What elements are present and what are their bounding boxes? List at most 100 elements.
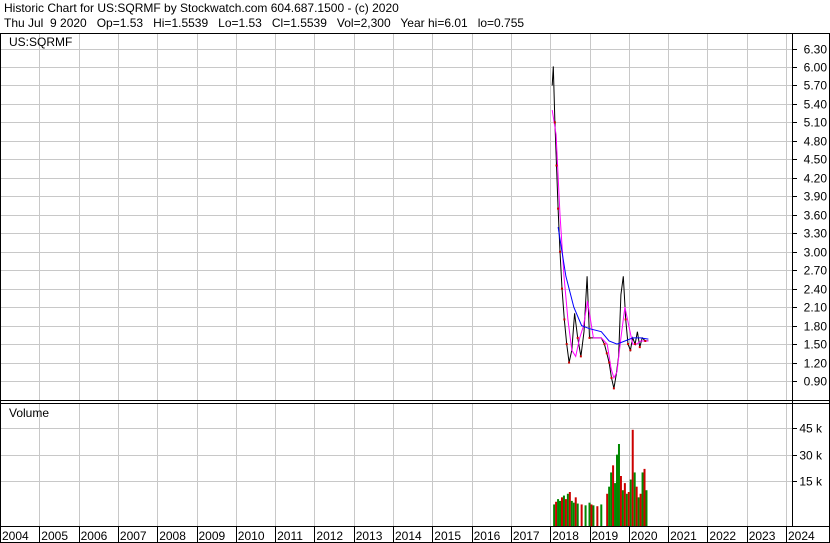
year-tick-label: 2005 bbox=[41, 529, 68, 543]
volume-bar bbox=[637, 497, 640, 526]
price-down-tick bbox=[605, 352, 608, 355]
volume-bar bbox=[555, 501, 558, 526]
price-tick-label: 2.10 bbox=[804, 301, 828, 315]
price-down-tick bbox=[624, 318, 627, 321]
year-tick-label: 2010 bbox=[238, 529, 265, 543]
year-tick-label: 2021 bbox=[670, 529, 697, 543]
price-down-tick bbox=[560, 287, 563, 290]
price-tick-label: 3.00 bbox=[804, 246, 828, 260]
volume-bar bbox=[623, 483, 626, 526]
volume-bar bbox=[559, 500, 562, 526]
volume-bar bbox=[590, 504, 593, 526]
volume-tick-label: 45 k bbox=[799, 422, 823, 436]
price-down-tick bbox=[627, 343, 630, 346]
price-down-tick bbox=[644, 339, 647, 342]
volume-bar bbox=[616, 454, 619, 526]
price-tick-label: 2.70 bbox=[804, 264, 828, 278]
volume-bar bbox=[621, 490, 624, 526]
volume-bar bbox=[639, 493, 642, 526]
price-tick-label: 5.40 bbox=[804, 98, 828, 112]
price-down-tick bbox=[553, 121, 556, 124]
volume-bar bbox=[568, 492, 571, 526]
year-tick-label: 2012 bbox=[316, 529, 343, 543]
price-down-tick bbox=[608, 361, 611, 364]
price-tick-label: 6.30 bbox=[804, 43, 828, 57]
price-down-tick bbox=[638, 346, 641, 349]
chart-frame bbox=[0, 33, 830, 543]
price-grid bbox=[0, 34, 792, 400]
price-down-tick bbox=[629, 349, 632, 352]
volume-bar bbox=[627, 492, 630, 526]
price-tick-label: 4.50 bbox=[804, 153, 828, 167]
year-tick-label: 2014 bbox=[395, 529, 422, 543]
price-tick-label: 3.30 bbox=[804, 227, 828, 241]
year-tick-label: 2016 bbox=[474, 529, 501, 543]
year-tick-label: 2017 bbox=[513, 529, 540, 543]
year-tick-label: 2018 bbox=[552, 529, 579, 543]
year-tick-label: 2015 bbox=[434, 529, 461, 543]
volume-panel-title: Volume bbox=[9, 406, 49, 420]
price-down-tick bbox=[565, 343, 568, 346]
volume-bars-layer bbox=[553, 429, 648, 526]
volume-bar bbox=[635, 486, 638, 526]
volume-bar bbox=[566, 493, 569, 526]
volume-bar bbox=[608, 486, 611, 526]
axis-labels: 2004 2005 2006 2007 2008 2009 2010 2011 2012 2013… bbox=[2, 43, 827, 543]
price-tick-label: 4.20 bbox=[804, 172, 828, 186]
volume-bar bbox=[614, 483, 617, 526]
price-tick-label: 3.60 bbox=[804, 209, 828, 223]
price-tick-label: 3.90 bbox=[804, 190, 828, 204]
volume-bar bbox=[580, 504, 583, 526]
volume-bar bbox=[631, 429, 634, 526]
year-tick-label: 2019 bbox=[592, 529, 619, 543]
price-tick-label: 5.10 bbox=[804, 116, 828, 130]
year-tick-label: 2008 bbox=[159, 529, 186, 543]
price-down-tick bbox=[579, 355, 582, 358]
price-down-tick bbox=[576, 336, 579, 339]
volume-bar bbox=[600, 504, 603, 526]
volume-bar bbox=[557, 499, 560, 526]
volume-bar bbox=[625, 493, 628, 526]
year-tick-label: 2023 bbox=[749, 529, 776, 543]
price-tick-label: 5.70 bbox=[804, 79, 828, 93]
price-tick-label: 2.40 bbox=[804, 283, 828, 297]
volume-bar bbox=[570, 500, 573, 526]
stock-chart: 2004 2005 2006 2007 2008 2009 2010 2011 2012 2013… bbox=[0, 33, 830, 543]
year-tick-label: 2006 bbox=[81, 529, 108, 543]
volume-bar bbox=[576, 503, 579, 526]
price-down-tick bbox=[555, 164, 558, 167]
volume-bar bbox=[588, 502, 591, 526]
series-price bbox=[551, 66, 649, 389]
price-down-tick bbox=[563, 318, 566, 321]
year-tick-label: 2009 bbox=[199, 529, 226, 543]
price-down-tick bbox=[559, 250, 562, 253]
volume-bar bbox=[619, 476, 622, 526]
year-tick-label: 2013 bbox=[356, 529, 383, 543]
volume-bar bbox=[610, 472, 613, 526]
year-tick-label: 2011 bbox=[277, 529, 303, 543]
volume-bar bbox=[617, 444, 620, 526]
volume-bar bbox=[633, 472, 636, 526]
price-down-tick bbox=[634, 343, 637, 346]
year-tick-label: 2004 bbox=[2, 529, 29, 543]
volume-bar bbox=[645, 490, 648, 526]
price-tick-label: 1.80 bbox=[804, 320, 828, 334]
volume-bar bbox=[641, 472, 644, 526]
price-tick-label: 6.00 bbox=[804, 61, 828, 75]
price-down-tick bbox=[612, 387, 615, 390]
price-down-tick bbox=[603, 343, 606, 346]
volume-bar bbox=[596, 506, 599, 526]
volume-bar bbox=[574, 497, 577, 526]
price-tick-label: 0.90 bbox=[804, 375, 828, 389]
volume-tick-label: 15 k bbox=[799, 475, 823, 489]
year-tick-label: 2020 bbox=[631, 529, 658, 543]
volume-bar bbox=[612, 465, 615, 526]
year-tick-label: 2022 bbox=[709, 529, 736, 543]
volume-bar bbox=[560, 497, 563, 526]
volume-bar bbox=[553, 504, 556, 526]
volume-bar bbox=[564, 499, 567, 526]
volume-bar bbox=[606, 493, 609, 526]
price-down-tick bbox=[568, 361, 571, 364]
volume-bar bbox=[643, 468, 646, 526]
price-panel-title: US:SQRMF bbox=[9, 35, 72, 49]
